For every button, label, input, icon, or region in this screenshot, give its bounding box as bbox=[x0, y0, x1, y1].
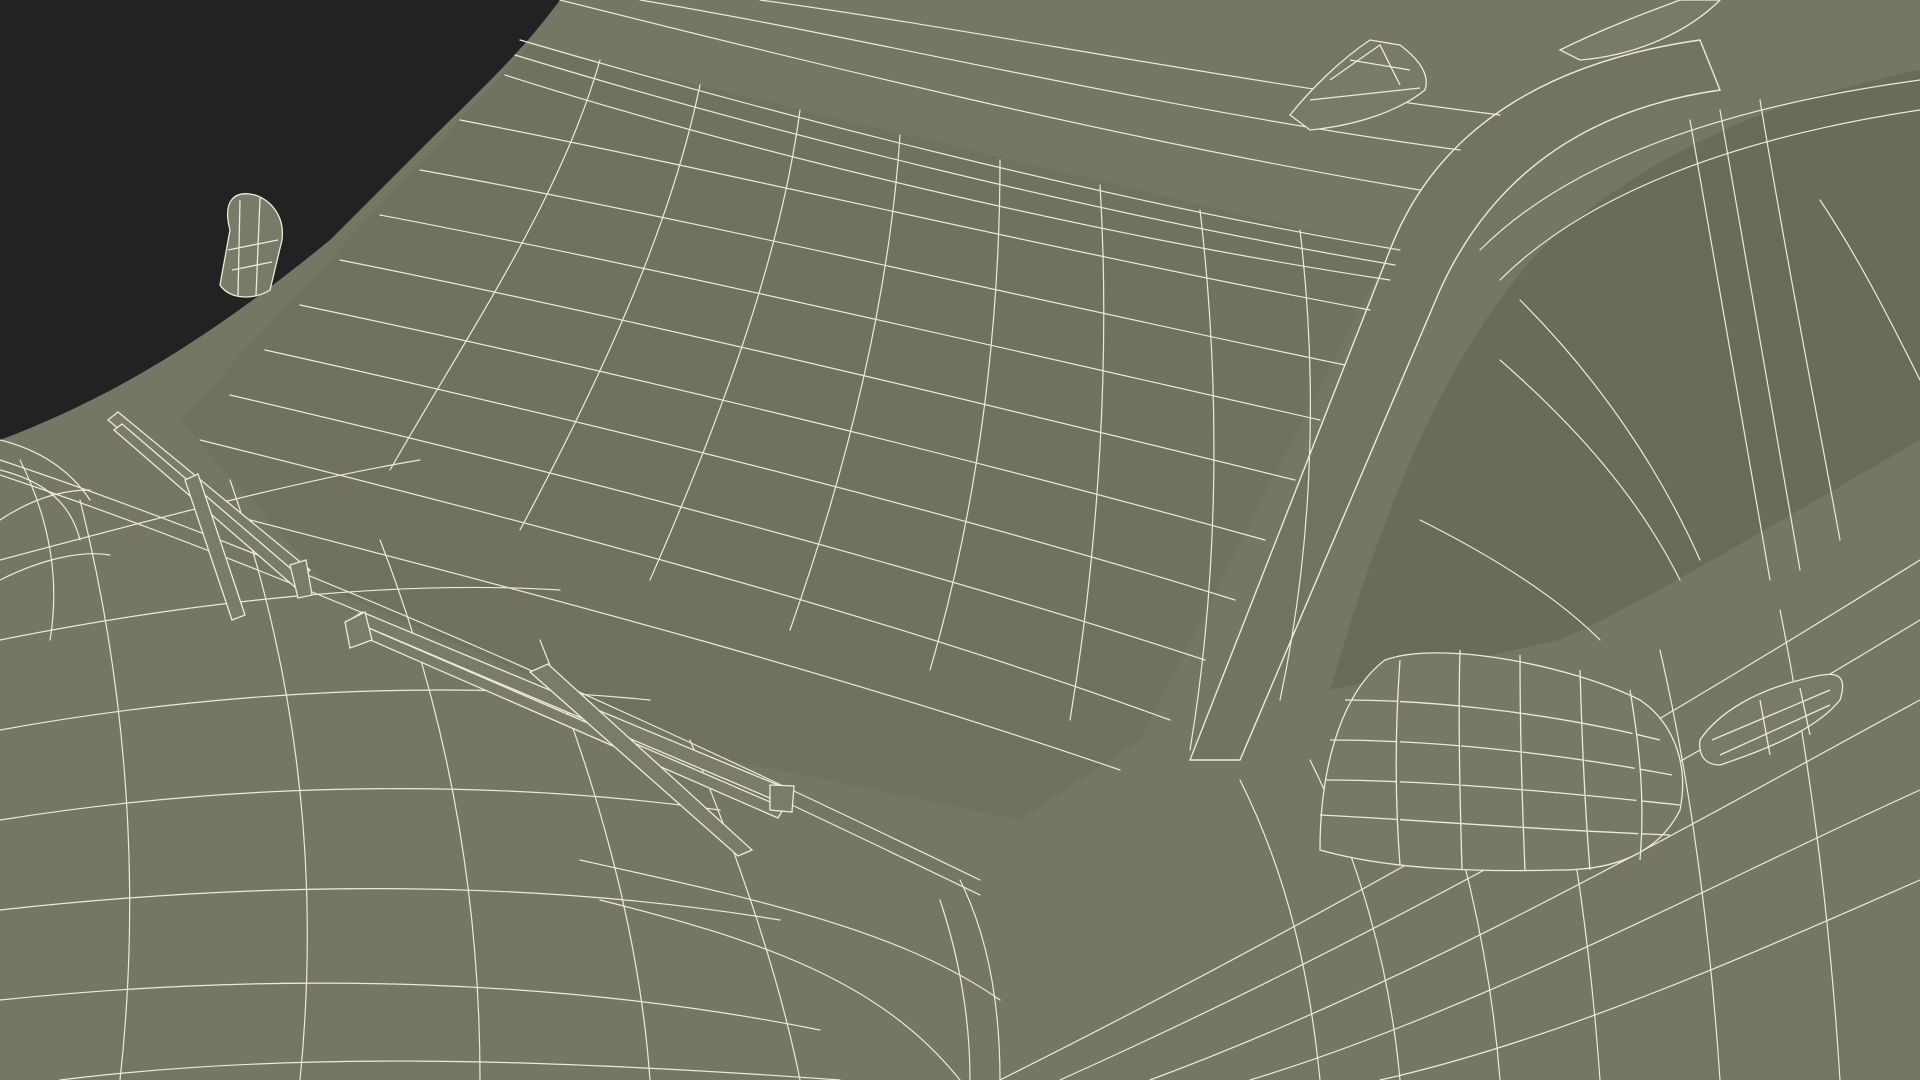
wireframe-render bbox=[0, 0, 1920, 1080]
render-viewport bbox=[0, 0, 1920, 1080]
